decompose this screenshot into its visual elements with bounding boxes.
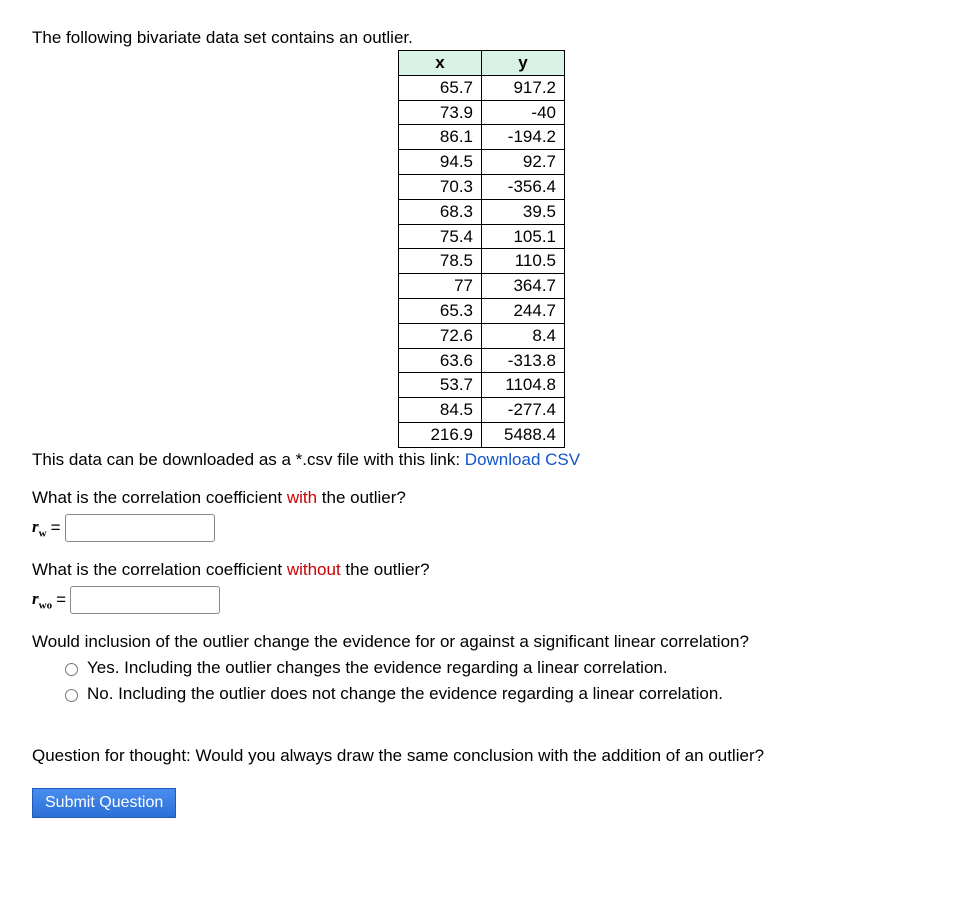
table-row: 75.4105.1: [399, 224, 565, 249]
q-with-emph: with: [287, 488, 317, 507]
cell-x: 94.5: [399, 150, 482, 175]
col-header-x: x: [399, 51, 482, 76]
cell-x: 216.9: [399, 422, 482, 447]
cell-y: -194.2: [482, 125, 565, 150]
radio-yes[interactable]: [65, 663, 78, 676]
table-row: 63.6-313.8: [399, 348, 565, 373]
cell-y: -313.8: [482, 348, 565, 373]
cell-x: 72.6: [399, 323, 482, 348]
table-row: 86.1-194.2: [399, 125, 565, 150]
cell-y: -356.4: [482, 174, 565, 199]
table-row: 65.3244.7: [399, 298, 565, 323]
rwo-equals: =: [56, 590, 66, 610]
submit-button[interactable]: Submit Question: [32, 788, 176, 818]
cell-y: 364.7: [482, 274, 565, 299]
intro-text: The following bivariate data set contain…: [32, 28, 931, 48]
table-row: 78.5110.5: [399, 249, 565, 274]
table-row: 68.339.5: [399, 199, 565, 224]
question-without-outlier: What is the correlation coefficient with…: [32, 560, 931, 614]
cell-y: 92.7: [482, 150, 565, 175]
cell-y: 39.5: [482, 199, 565, 224]
download-prefix: This data can be downloaded as a *.csv f…: [32, 450, 465, 469]
download-line: This data can be downloaded as a *.csv f…: [32, 450, 931, 470]
cell-x: 84.5: [399, 398, 482, 423]
cell-y: 110.5: [482, 249, 565, 274]
cell-y: -277.4: [482, 398, 565, 423]
data-table: x y 65.7917.273.9-4086.1-194.294.592.770…: [398, 50, 565, 448]
cell-x: 68.3: [399, 199, 482, 224]
radio-prompt: Would inclusion of the outlier change th…: [32, 632, 931, 652]
rwo-input[interactable]: [70, 586, 220, 614]
cell-y: 5488.4: [482, 422, 565, 447]
rw-input[interactable]: [65, 514, 215, 542]
cell-x: 86.1: [399, 125, 482, 150]
cell-x: 65.7: [399, 75, 482, 100]
question-radio: Would inclusion of the outlier change th…: [32, 632, 931, 704]
q-without-prefix: What is the correlation coefficient: [32, 560, 287, 579]
cell-x: 63.6: [399, 348, 482, 373]
cell-y: 8.4: [482, 323, 565, 348]
cell-y: 917.2: [482, 75, 565, 100]
q-with-prefix: What is the correlation coefficient: [32, 488, 287, 507]
q-without-emph: without: [287, 560, 341, 579]
cell-y: 244.7: [482, 298, 565, 323]
table-row: 77364.7: [399, 274, 565, 299]
download-csv-link[interactable]: Download CSV: [465, 450, 580, 469]
cell-x: 73.9: [399, 100, 482, 125]
rwo-var: rwo: [32, 589, 52, 611]
q-with-suffix: the outlier?: [317, 488, 406, 507]
table-row: 216.95488.4: [399, 422, 565, 447]
table-row: 70.3-356.4: [399, 174, 565, 199]
radio-no-label: No. Including the outlier does not chang…: [87, 684, 723, 704]
cell-x: 77: [399, 274, 482, 299]
cell-x: 78.5: [399, 249, 482, 274]
q-without-suffix: the outlier?: [341, 560, 430, 579]
table-row: 53.71104.8: [399, 373, 565, 398]
rw-equals: =: [51, 518, 61, 538]
table-row: 84.5-277.4: [399, 398, 565, 423]
cell-y: 1104.8: [482, 373, 565, 398]
cell-x: 65.3: [399, 298, 482, 323]
question-with-outlier: What is the correlation coefficient with…: [32, 488, 931, 542]
cell-x: 75.4: [399, 224, 482, 249]
cell-y: 105.1: [482, 224, 565, 249]
thought-question: Question for thought: Would you always d…: [32, 746, 931, 766]
rw-var: rw: [32, 517, 47, 539]
table-row: 72.68.4: [399, 323, 565, 348]
table-row: 73.9-40: [399, 100, 565, 125]
cell-y: -40: [482, 100, 565, 125]
table-row: 94.592.7: [399, 150, 565, 175]
table-row: 65.7917.2: [399, 75, 565, 100]
cell-x: 70.3: [399, 174, 482, 199]
radio-no[interactable]: [65, 689, 78, 702]
col-header-y: y: [482, 51, 565, 76]
radio-yes-label: Yes. Including the outlier changes the e…: [87, 658, 668, 678]
cell-x: 53.7: [399, 373, 482, 398]
